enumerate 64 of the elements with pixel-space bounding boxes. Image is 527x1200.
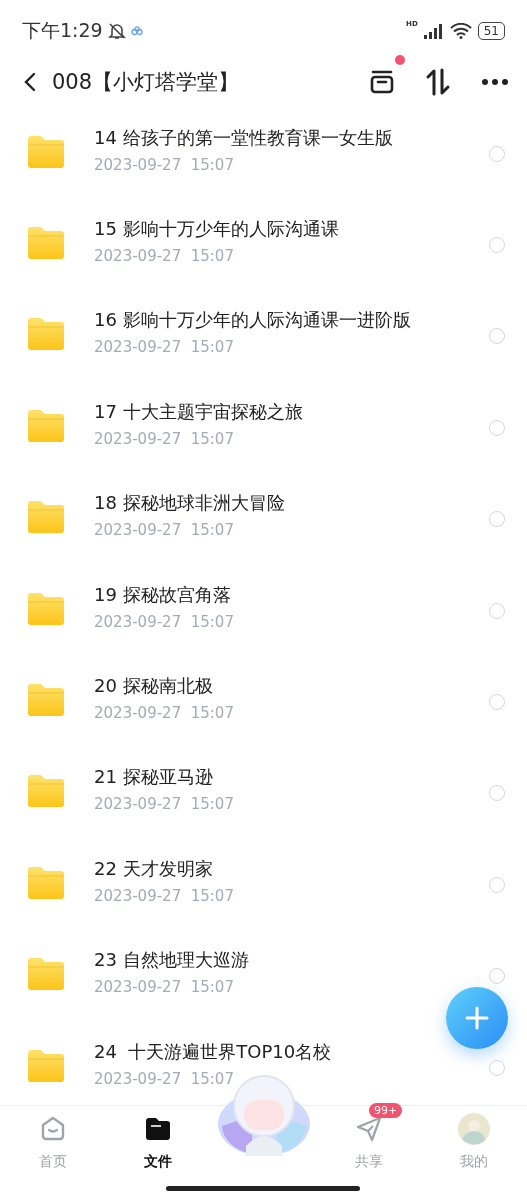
modified-date: 2023-09-27 15:07 [94, 795, 235, 814]
count-badge: 99+ [368, 1103, 403, 1118]
select-checkbox[interactable] [489, 785, 505, 802]
select-checkbox[interactable] [489, 145, 505, 162]
app-notification-icon [130, 26, 143, 36]
folder-name: 22 天才发明家 [94, 856, 214, 881]
folder-name: 19 探秘故宫角落 [94, 582, 232, 607]
status-time: 下午1:29 [22, 18, 103, 43]
folder-icon [145, 1117, 172, 1141]
modified-date: 2023-09-27 15:07 [94, 612, 235, 631]
signal-icon [423, 23, 444, 39]
select-checkbox[interactable] [489, 419, 505, 436]
folder-icon [26, 317, 66, 352]
modified-date: 2023-09-27 15:07 [94, 521, 235, 540]
nav-tab[interactable]: 文件 [105, 1106, 211, 1178]
folder-name: 17 十大主题宇宙探秘之旅 [94, 399, 304, 424]
add-button[interactable] [446, 987, 508, 1049]
folder-name: 14 给孩子的第一堂性教育课一女生版 [94, 125, 394, 150]
folder-icon [26, 591, 66, 626]
folder-name: 16 影响十万少年的人际沟通课一进阶版 [94, 308, 412, 333]
folder-icon [26, 134, 66, 169]
modified-date: 2023-09-27 15:07 [94, 155, 235, 174]
modified-date: 2023-09-27 15:07 [94, 247, 235, 266]
wifi-icon [449, 23, 472, 39]
folder-name: 15 影响十万少年的人际沟通课 [94, 217, 340, 242]
select-checkbox[interactable] [489, 1059, 505, 1076]
back-button[interactable] [22, 71, 38, 93]
nav-tab[interactable]: 99+ 共享 [316, 1106, 422, 1178]
select-checkbox[interactable] [489, 876, 505, 893]
select-checkbox[interactable] [489, 694, 505, 711]
folder-icon [26, 774, 66, 809]
nav-tab[interactable]: 首页 [0, 1106, 106, 1178]
modified-date: 2023-09-27 15:07 [94, 1069, 235, 1088]
select-checkbox[interactable] [489, 602, 505, 619]
folder-title: 008【小灯塔学堂】 [52, 69, 241, 96]
folder-icon [26, 500, 66, 535]
folder-name: 21 探秘亚马逊 [94, 765, 214, 790]
folder-name: 24 十天游遍世界TOP10名校 [94, 1039, 333, 1064]
select-checkbox[interactable] [489, 237, 505, 254]
modified-date: 2023-09-27 15:07 [94, 704, 235, 723]
modified-date: 2023-09-27 15:07 [94, 978, 235, 997]
select-checkbox[interactable] [489, 511, 505, 528]
sort-button[interactable] [425, 68, 451, 96]
modified-date: 2023-09-27 15:07 [94, 429, 235, 448]
modified-date: 2023-09-27 15:07 [94, 338, 235, 357]
nav-tab[interactable]: 我的 [421, 1106, 527, 1178]
folder-name: 23 自然地理大巡游 [94, 948, 250, 973]
battery-indicator: 51 [477, 22, 505, 40]
folder-icon [26, 226, 66, 261]
select-checkbox[interactable] [489, 968, 505, 985]
paper-plane-icon [354, 1115, 383, 1143]
modified-date: 2023-09-27 15:07 [94, 886, 235, 905]
folder-name: 18 探秘地球非洲大冒险 [94, 491, 286, 516]
select-checkbox[interactable] [489, 328, 505, 345]
avatar-icon [458, 1113, 491, 1145]
folder-icon [26, 865, 66, 900]
folder-icon [26, 408, 66, 443]
more-button[interactable] [481, 78, 509, 86]
folder-icon [26, 957, 66, 992]
plus-icon [465, 1006, 489, 1030]
bell-off-icon [106, 21, 127, 41]
folder-icon [26, 683, 66, 718]
folder-name: 20 探秘南北极 [94, 674, 214, 699]
folder-icon [26, 1048, 66, 1083]
